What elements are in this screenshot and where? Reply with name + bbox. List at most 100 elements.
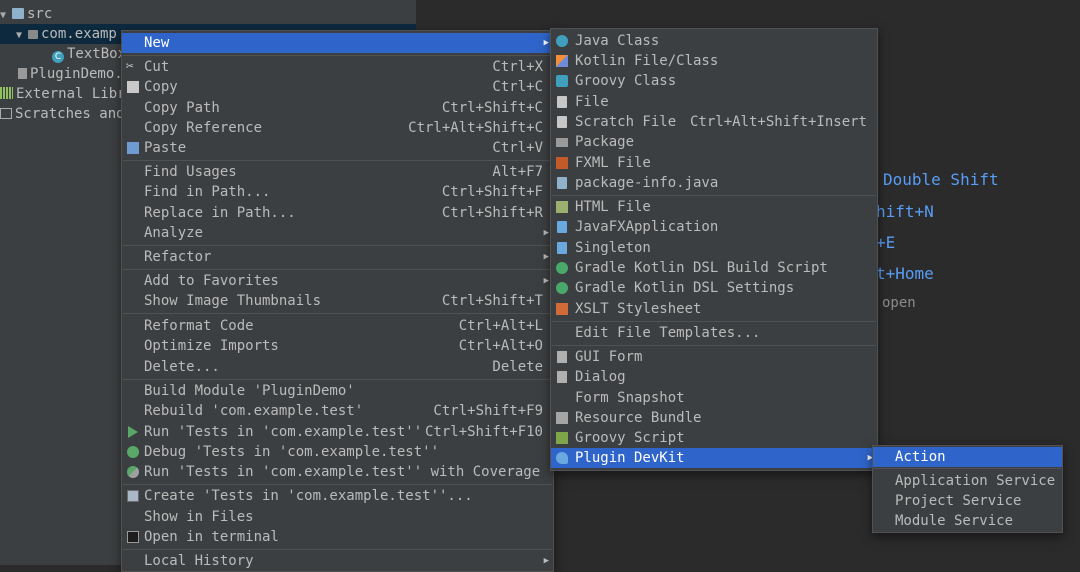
new-item-package[interactable]: Package bbox=[551, 132, 877, 152]
menu-item-label: package-info.java bbox=[575, 175, 719, 191]
tree-node-scratches[interactable]: Scratches and bbox=[0, 104, 125, 124]
menu-item-optimize-imports[interactable]: Optimize Imports Ctrl+Alt+O bbox=[122, 336, 553, 356]
resource-bundle-icon bbox=[556, 412, 568, 424]
new-item-javafx[interactable]: JavaFXApplication bbox=[551, 217, 877, 237]
menu-item-replace-in-path[interactable]: Replace in Path... Ctrl+Shift+R bbox=[122, 203, 553, 223]
menu-item-rebuild[interactable]: Rebuild 'com.example.test' Ctrl+Shift+F9 bbox=[122, 401, 553, 421]
menu-item-find-usages[interactable]: Find Usages Alt+F7 bbox=[122, 162, 553, 182]
new-item-dialog[interactable]: Dialog bbox=[551, 367, 877, 387]
new-item-gui-form[interactable]: GUI Form bbox=[551, 347, 877, 367]
submenu-arrow-icon: ▶ bbox=[543, 556, 549, 566]
menu-item-label: Copy bbox=[144, 79, 178, 95]
menu-item-label: Project Service bbox=[895, 493, 1022, 509]
new-item-groovy-class[interactable]: Groovy Class bbox=[551, 71, 877, 91]
devkit-item-project-service[interactable]: Project Service bbox=[873, 491, 1062, 511]
menu-separator bbox=[874, 468, 1061, 469]
expand-arrow-icon[interactable]: ▼ bbox=[16, 26, 28, 46]
new-item-kotlin[interactable]: Kotlin File/Class bbox=[551, 51, 877, 71]
new-item-resource-bundle[interactable]: Resource Bundle bbox=[551, 408, 877, 428]
menu-item-label: Show Image Thumbnails bbox=[144, 293, 322, 309]
menu-item-label: Copy Path bbox=[144, 100, 220, 116]
menu-item-label: FXML File bbox=[575, 155, 651, 171]
tree-node-plugindemo[interactable]: PluginDemo. bbox=[18, 64, 123, 84]
menu-item-run-with-coverage[interactable]: Run 'Tests in 'com.example.test'' with C… bbox=[122, 462, 553, 482]
new-item-file[interactable]: File bbox=[551, 92, 877, 112]
menu-item-run-tests[interactable]: Run 'Tests in 'com.example.test'' Ctrl+S… bbox=[122, 422, 553, 442]
new-item-form-snapshot[interactable]: Form Snapshot bbox=[551, 388, 877, 408]
submenu-arrow-icon: ▶ bbox=[543, 228, 549, 238]
menu-item-show-in-files[interactable]: Show in Files bbox=[122, 507, 553, 527]
devkit-item-module-service[interactable]: Module Service bbox=[873, 511, 1062, 531]
menu-item-shortcut: Ctrl+Alt+O bbox=[458, 338, 543, 354]
new-item-plugin-devkit[interactable]: Plugin DevKit ▶ bbox=[551, 448, 877, 468]
menu-item-refactor[interactable]: Refactor ▶ bbox=[122, 247, 553, 267]
menu-item-reformat-code[interactable]: Reformat Code Ctrl+Alt+L bbox=[122, 316, 553, 336]
menu-item-open-in-terminal[interactable]: Open in terminal bbox=[122, 527, 553, 547]
tree-node-external-libraries[interactable]: External Libra bbox=[0, 84, 134, 104]
menu-item-label: Delete... bbox=[144, 359, 220, 375]
xslt-icon bbox=[556, 303, 568, 315]
menu-item-copy-path[interactable]: Copy Path Ctrl+Shift+C bbox=[122, 98, 553, 118]
menu-item-paste[interactable]: Paste Ctrl+V bbox=[122, 138, 553, 158]
menu-item-copy-reference[interactable]: Copy Reference Ctrl+Alt+Shift+C bbox=[122, 118, 553, 138]
menu-item-show-image-thumbnails[interactable]: Show Image Thumbnails Ctrl+Shift+T bbox=[122, 291, 553, 311]
debug-icon bbox=[127, 446, 139, 458]
menu-item-build-module[interactable]: Build Module 'PluginDemo' bbox=[122, 381, 553, 401]
new-item-singleton[interactable]: Singleton bbox=[551, 238, 877, 258]
new-item-java-class[interactable]: Java Class bbox=[551, 31, 877, 51]
new-item-scratch-file[interactable]: Scratch File Ctrl+Alt+Shift+Insert bbox=[551, 112, 877, 132]
devkit-item-action[interactable]: Action bbox=[873, 447, 1062, 467]
devkit-item-application-service[interactable]: Application Service bbox=[873, 471, 1062, 491]
menu-separator bbox=[123, 313, 552, 314]
scratches-icon bbox=[0, 108, 12, 119]
new-item-gradle-settings[interactable]: Gradle Kotlin DSL Settings bbox=[551, 278, 877, 298]
menu-item-delete[interactable]: Delete... Delete bbox=[122, 357, 553, 377]
tree-node-textbox[interactable]: C TextBox bbox=[52, 44, 126, 64]
menu-item-shortcut: Ctrl+Shift+R bbox=[441, 205, 543, 221]
menu-item-create-tests[interactable]: Create 'Tests in 'com.example.test''... bbox=[122, 486, 553, 506]
menu-separator bbox=[123, 245, 552, 246]
menu-item-label: Run 'Tests in 'com.example.test'' with C… bbox=[144, 464, 541, 480]
menu-item-shortcut: Ctrl+Alt+Shift+C bbox=[408, 120, 543, 136]
menu-item-label: Copy Reference bbox=[144, 120, 263, 136]
menu-item-label: Debug 'Tests in 'com.example.test'' bbox=[144, 444, 440, 460]
tree-label: PluginDemo. bbox=[30, 66, 123, 82]
menu-item-label: Replace in Path... bbox=[144, 205, 296, 221]
menu-item-shortcut: Ctrl+C bbox=[492, 79, 543, 95]
new-item-edit-file-templates[interactable]: Edit File Templates... bbox=[551, 323, 877, 343]
html-file-icon bbox=[556, 201, 568, 213]
expand-arrow-icon[interactable]: ▼ bbox=[0, 6, 12, 26]
menu-item-label: GUI Form bbox=[575, 349, 643, 365]
tree-node-src[interactable]: ▼ src bbox=[0, 4, 52, 24]
hint-go-to-file: hift+N bbox=[876, 202, 934, 221]
menu-item-label: Refactor bbox=[144, 249, 212, 265]
menu-item-debug-tests[interactable]: Debug 'Tests in 'com.example.test'' bbox=[122, 442, 553, 462]
menu-item-label: Singleton bbox=[575, 240, 651, 256]
menu-item-add-to-favorites[interactable]: Add to Favorites ▶ bbox=[122, 271, 553, 291]
menu-item-label: File bbox=[575, 94, 609, 110]
kotlin-icon bbox=[556, 55, 568, 67]
menu-item-label: Plugin DevKit bbox=[575, 450, 685, 466]
menu-item-label: Gradle Kotlin DSL Settings bbox=[575, 280, 795, 296]
menu-item-new[interactable]: New ▶ bbox=[122, 33, 553, 53]
new-item-fxml[interactable]: FXML File bbox=[551, 153, 877, 173]
new-item-package-info[interactable]: package-info.java bbox=[551, 173, 877, 193]
new-submenu: Java Class Kotlin File/Class Groovy Clas… bbox=[550, 28, 878, 471]
new-item-xslt[interactable]: XSLT Stylesheet bbox=[551, 299, 877, 319]
fxml-icon bbox=[556, 157, 568, 169]
menu-item-copy[interactable]: Copy Ctrl+C bbox=[122, 77, 553, 97]
menu-item-label: Edit File Templates... bbox=[575, 325, 761, 341]
menu-item-label: JavaFXApplication bbox=[575, 219, 719, 235]
devkit-submenu: Action Application Service Project Servi… bbox=[872, 445, 1063, 533]
menu-item-shortcut: Ctrl+V bbox=[492, 140, 543, 156]
menu-item-cut[interactable]: ✂ Cut Ctrl+X bbox=[122, 57, 553, 77]
menu-item-local-history[interactable]: Local History ▶ bbox=[122, 551, 553, 571]
new-item-groovy-script[interactable]: Groovy Script bbox=[551, 428, 877, 448]
package-info-icon bbox=[557, 177, 567, 189]
new-item-html-file[interactable]: HTML File bbox=[551, 197, 877, 217]
menu-item-label: Dialog bbox=[575, 369, 626, 385]
menu-item-find-in-path[interactable]: Find in Path... Ctrl+Shift+F bbox=[122, 182, 553, 202]
new-item-gradle-build-script[interactable]: Gradle Kotlin DSL Build Script bbox=[551, 258, 877, 278]
gradle-icon bbox=[556, 262, 568, 274]
menu-item-analyze[interactable]: Analyze ▶ bbox=[122, 223, 553, 243]
